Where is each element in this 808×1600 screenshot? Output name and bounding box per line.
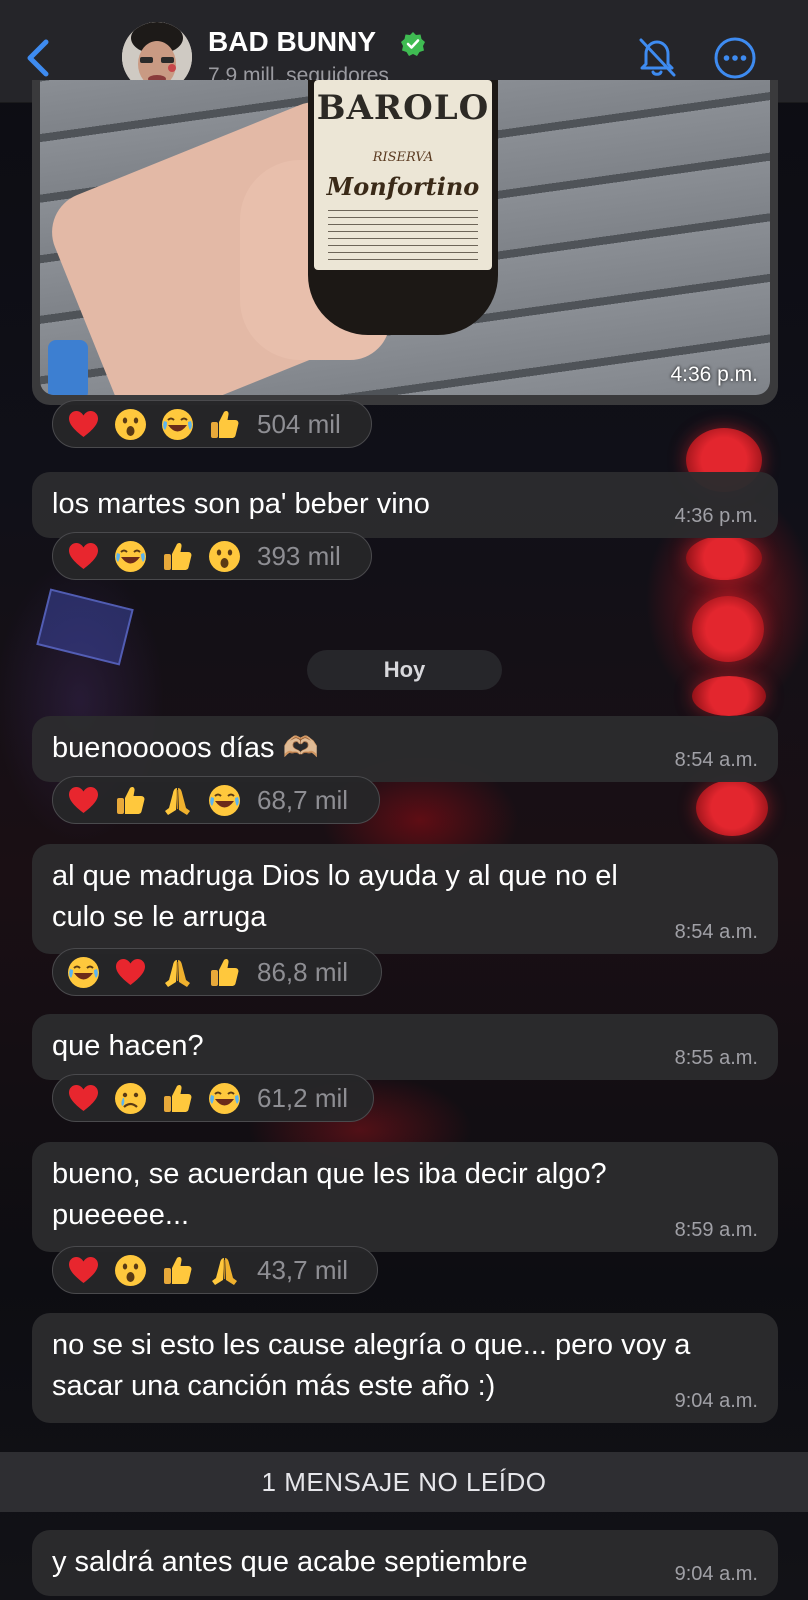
message-time: 4:36 p.m. [674, 505, 758, 527]
message-text: los martes son pa' beber vino [52, 488, 430, 520]
message-time: 4:36 p.m. [670, 363, 758, 386]
date-separator: Hoy [307, 650, 502, 690]
reactions-bar[interactable]: 86,8 mil [52, 948, 382, 996]
message-text: no se si esto les cause alegría o que...… [52, 1329, 691, 1402]
message-bubble[interactable]: no se si esto les cause alegría o que...… [32, 1313, 778, 1423]
reaction-count: 86,8 mil [257, 956, 349, 987]
heart-icon [67, 784, 100, 817]
message-time: 8:54 a.m. [674, 921, 758, 943]
thumbs-up-icon [114, 784, 147, 817]
mute-button[interactable] [634, 34, 680, 80]
heart-icon [67, 408, 100, 441]
ellipsis-circle-icon [714, 37, 756, 79]
reactions-bar[interactable]: 43,7 mil [52, 1246, 378, 1294]
laughing-icon [161, 408, 194, 441]
message-time: 9:04 a.m. [674, 1390, 758, 1412]
heart-icon [67, 540, 100, 573]
label-riserva: RISERVA [372, 150, 434, 165]
surprised-icon [114, 1254, 147, 1287]
reaction-count: 504 mil [257, 408, 341, 439]
background-lantern [692, 676, 766, 716]
label-brand: BAROLO [316, 88, 490, 128]
message-text: al que madruga Dios lo ayuda y al que no… [52, 860, 618, 933]
reaction-count: 393 mil [257, 540, 341, 571]
verified-badge-icon [400, 31, 426, 57]
message-bubble[interactable]: bueno, se acuerdan que les iba decir alg… [32, 1142, 778, 1252]
message-bubble[interactable]: y saldrá antes que acabe septiembre 9:04… [32, 1530, 778, 1596]
message-time: 9:04 a.m. [674, 1563, 758, 1585]
thumbs-up-icon [161, 1082, 194, 1115]
reactions-bar[interactable]: 504 mil [52, 400, 372, 448]
laughing-icon [208, 784, 241, 817]
message-time: 8:59 a.m. [674, 1219, 758, 1241]
chevron-left-icon [27, 39, 49, 77]
label-fine-print [328, 210, 478, 260]
channel-title[interactable]: BAD BUNNY [208, 26, 376, 58]
reactions-bar[interactable]: 61,2 mil [52, 1074, 374, 1122]
message-text: y saldrá antes que acabe septiembre [52, 1546, 528, 1578]
background-lantern [692, 596, 764, 662]
bottle-label: BAROLO RISERVA Monfortino [314, 80, 492, 270]
reactions-bar[interactable]: 68,7 mil [52, 776, 380, 824]
thumbs-up-icon [208, 408, 241, 441]
folded-hands-icon [208, 1254, 241, 1287]
message-text: buenooooos días 🫶🏼 [52, 732, 319, 764]
reactions-bar[interactable]: 393 mil [52, 532, 372, 580]
unread-messages-banner: 1 MENSAJE NO LEÍDO [0, 1452, 808, 1512]
message-text: bueno, se acuerdan que les iba decir alg… [52, 1158, 607, 1231]
surprised-icon [208, 540, 241, 573]
thumbs-up-icon [161, 540, 194, 573]
more-options-button[interactable] [713, 36, 757, 80]
message-bubble[interactable]: buenooooos días 🫶🏼 8:54 a.m. [32, 716, 778, 782]
crying-icon [114, 1082, 147, 1115]
back-button[interactable] [22, 36, 56, 80]
laughing-icon [114, 540, 147, 573]
photo-message[interactable]: BAROLO RISERVA Monfortino 4:36 p.m. [32, 80, 778, 405]
folded-hands-icon [161, 956, 194, 989]
message-time: 8:55 a.m. [674, 1047, 758, 1069]
message-bubble[interactable]: al que madruga Dios lo ayuda y al que no… [32, 844, 778, 954]
reaction-count: 43,7 mil [257, 1254, 349, 1285]
heart-icon [67, 1082, 100, 1115]
photo-sleeve [48, 340, 88, 395]
laughing-icon [67, 956, 100, 989]
label-monfortino: Monfortino [326, 172, 480, 201]
wine-bottle: BAROLO RISERVA Monfortino [308, 80, 498, 335]
folded-hands-icon [161, 784, 194, 817]
message-bubble[interactable]: los martes son pa' beber vino 4:36 p.m. [32, 472, 778, 538]
laughing-icon [208, 1082, 241, 1115]
background-lantern [696, 780, 768, 836]
message-time: 8:54 a.m. [674, 749, 758, 771]
background-sign [36, 588, 134, 666]
heart-icon [114, 956, 147, 989]
wine-photo: BAROLO RISERVA Monfortino [40, 80, 770, 395]
reaction-count: 61,2 mil [257, 1082, 349, 1113]
background-lantern [686, 536, 762, 580]
message-bubble[interactable]: que hacen? 8:55 a.m. [32, 1014, 778, 1080]
bell-slash-icon [639, 38, 676, 77]
thumbs-up-icon [161, 1254, 194, 1287]
reaction-count: 68,7 mil [257, 784, 349, 815]
heart-icon [67, 1254, 100, 1287]
surprised-icon [114, 408, 147, 441]
thumbs-up-icon [208, 956, 241, 989]
message-text: que hacen? [52, 1030, 204, 1062]
